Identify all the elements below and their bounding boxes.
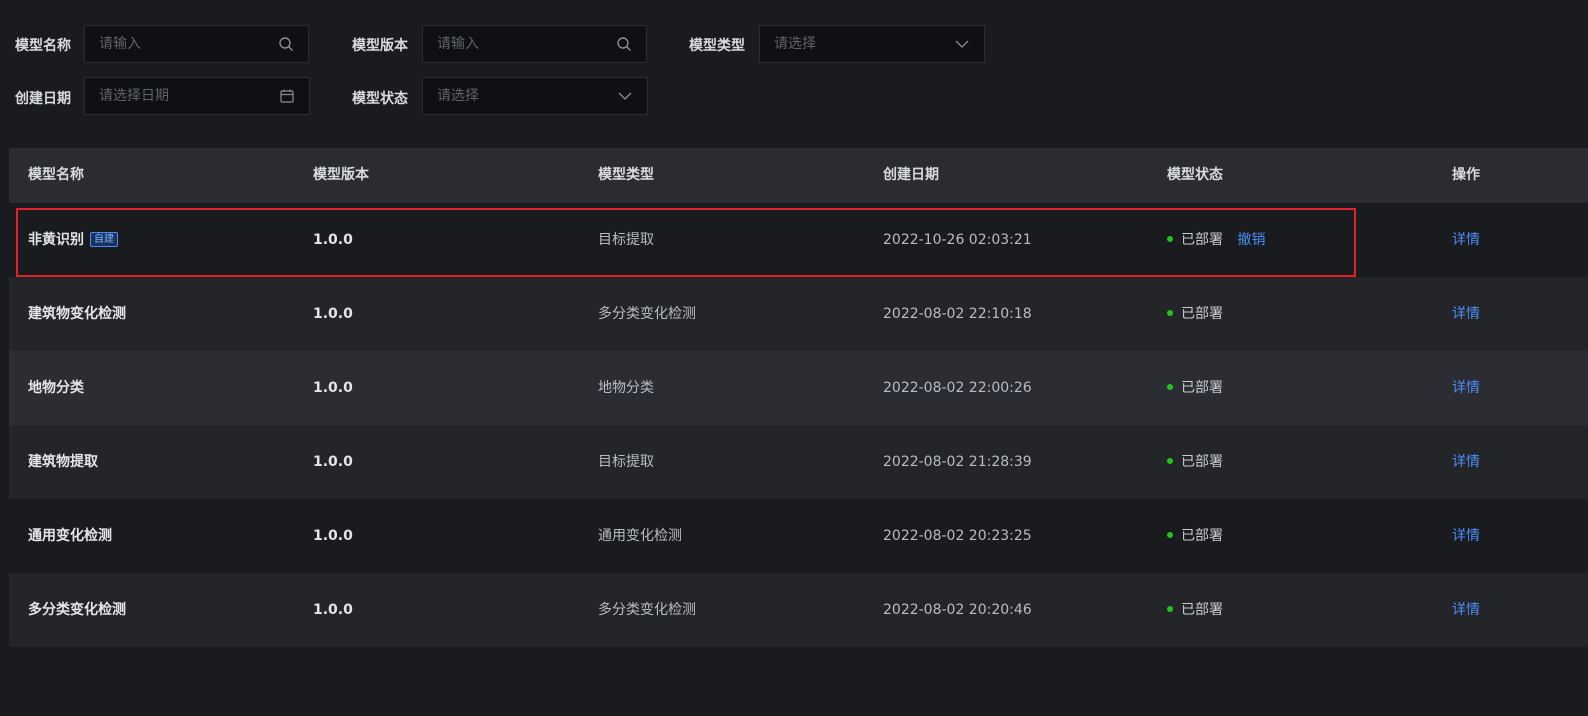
cell-model-name: 非黄识别 自建 xyxy=(28,203,118,277)
detail-link[interactable]: 详情 xyxy=(1452,306,1480,322)
cell-model-name: 通用变化检测 xyxy=(28,528,112,544)
cell-create-date: 2022-08-02 22:00:26 xyxy=(883,380,1032,396)
cell-model-name: 建筑物提取 xyxy=(28,454,98,470)
model-name-input[interactable] xyxy=(99,36,278,52)
calendar-icon[interactable] xyxy=(279,88,295,104)
search-icon[interactable] xyxy=(278,36,294,52)
cell-model-version: 1.0.0 xyxy=(313,602,353,618)
cell-model-status: 已部署 xyxy=(1167,425,1223,499)
cell-model-type: 多分类变化检测 xyxy=(598,306,696,322)
create-date-picker[interactable] xyxy=(84,77,310,115)
status-text: 已部署 xyxy=(1181,454,1223,470)
model-table: 模型名称 模型版本 模型类型 创建日期 模型状态 操作 非黄识别 自建 1.0.0… xyxy=(9,148,1588,647)
cell-model-status: 已部署 xyxy=(1167,499,1223,573)
cell-model-status: 已部署 xyxy=(1167,277,1223,351)
column-header-version: 模型版本 xyxy=(313,167,369,183)
status-dot-icon xyxy=(1167,532,1173,538)
cell-create-date: 2022-08-02 21:28:39 xyxy=(883,454,1032,470)
cell-action: 详情 xyxy=(1452,573,1480,647)
filter-label-create-date: 创建日期 xyxy=(15,91,71,107)
self-built-badge: 自建 xyxy=(90,231,118,247)
status-dot-icon xyxy=(1167,310,1173,316)
cell-model-name: 地物分类 xyxy=(28,380,84,396)
chevron-down-icon[interactable] xyxy=(954,36,970,52)
cell-model-type: 目标提取 xyxy=(598,232,654,248)
cell-create-date: 2022-08-02 22:10:18 xyxy=(883,306,1032,322)
table-row: 建筑物变化检测 1.0.0 多分类变化检测 2022-08-02 22:10:1… xyxy=(9,277,1588,351)
table-row: 非黄识别 自建 1.0.0 目标提取 2022-10-26 02:03:21 已部… xyxy=(9,203,1588,277)
cell-action: 详情 xyxy=(1452,425,1480,499)
cell-create-date: 2022-08-02 20:20:46 xyxy=(883,602,1032,618)
model-status-select-input[interactable] xyxy=(437,88,617,104)
cell-model-status: 已部署 xyxy=(1167,573,1223,647)
cell-action: 详情 xyxy=(1452,499,1480,573)
cell-action: 详情 xyxy=(1452,351,1480,425)
cell-model-version: 1.0.0 xyxy=(313,306,353,322)
detail-link[interactable]: 详情 xyxy=(1452,528,1480,544)
cell-model-version: 1.0.0 xyxy=(313,380,353,396)
detail-link[interactable]: 详情 xyxy=(1452,454,1480,470)
status-dot-icon xyxy=(1167,236,1173,242)
column-header-status: 模型状态 xyxy=(1167,167,1223,183)
cell-model-version: 1.0.0 xyxy=(313,454,353,470)
cell-model-type: 目标提取 xyxy=(598,454,654,470)
cell-model-type: 多分类变化检测 xyxy=(598,602,696,618)
table-header: 模型名称 模型版本 模型类型 创建日期 模型状态 操作 xyxy=(9,148,1588,203)
cell-model-name: 建筑物变化检测 xyxy=(28,306,126,322)
status-dot-icon xyxy=(1167,458,1173,464)
cell-model-name: 多分类变化检测 xyxy=(28,602,126,618)
model-name-search-field[interactable] xyxy=(84,25,309,63)
cell-create-date: 2022-10-26 02:03:21 xyxy=(883,232,1032,248)
model-type-select-input[interactable] xyxy=(774,36,954,52)
chevron-down-icon[interactable] xyxy=(617,88,633,104)
search-icon[interactable] xyxy=(616,36,632,52)
column-header-action: 操作 xyxy=(1452,167,1480,183)
table-row: 多分类变化检测 1.0.0 多分类变化检测 2022-08-02 20:20:4… xyxy=(9,573,1588,647)
column-header-name: 模型名称 xyxy=(28,167,84,183)
cell-model-status: 已部署 xyxy=(1167,351,1223,425)
model-name-text: 非黄识别 xyxy=(28,232,84,248)
filter-label-model-version: 模型版本 xyxy=(352,38,408,54)
cell-model-status: 已部署 撤销 xyxy=(1167,203,1265,277)
status-text: 已部署 xyxy=(1181,528,1223,544)
detail-link[interactable]: 详情 xyxy=(1452,380,1480,396)
column-header-type: 模型类型 xyxy=(598,167,654,183)
revoke-link[interactable]: 撤销 xyxy=(1237,232,1265,248)
table-row: 地物分类 1.0.0 地物分类 2022-08-02 22:00:26 已部署 … xyxy=(9,351,1588,425)
filter-label-model-type: 模型类型 xyxy=(689,38,745,54)
model-version-input[interactable] xyxy=(437,36,616,52)
cell-action: 详情 xyxy=(1452,203,1480,277)
status-text: 已部署 xyxy=(1181,232,1223,248)
detail-link[interactable]: 详情 xyxy=(1452,232,1480,248)
model-status-select[interactable] xyxy=(422,77,648,115)
filter-label-model-name: 模型名称 xyxy=(15,38,71,54)
table-row: 建筑物提取 1.0.0 目标提取 2022-08-02 21:28:39 已部署… xyxy=(9,425,1588,499)
cell-create-date: 2022-08-02 20:23:25 xyxy=(883,528,1032,544)
cell-model-version: 1.0.0 xyxy=(313,528,353,544)
cell-model-version: 1.0.0 xyxy=(313,232,353,248)
status-dot-icon xyxy=(1167,606,1173,612)
cell-model-type: 通用变化检测 xyxy=(598,528,682,544)
model-type-select[interactable] xyxy=(759,25,985,63)
detail-link[interactable]: 详情 xyxy=(1452,602,1480,618)
create-date-input[interactable] xyxy=(99,88,279,104)
column-header-date: 创建日期 xyxy=(883,167,939,183)
status-text: 已部署 xyxy=(1181,602,1223,618)
model-version-search-field[interactable] xyxy=(422,25,647,63)
filter-label-model-status: 模型状态 xyxy=(352,91,408,107)
cell-action: 详情 xyxy=(1452,277,1480,351)
status-dot-icon xyxy=(1167,384,1173,390)
status-text: 已部署 xyxy=(1181,380,1223,396)
cell-model-type: 地物分类 xyxy=(598,380,654,396)
status-text: 已部署 xyxy=(1181,306,1223,322)
table-row: 通用变化检测 1.0.0 通用变化检测 2022-08-02 20:23:25 … xyxy=(9,499,1588,573)
